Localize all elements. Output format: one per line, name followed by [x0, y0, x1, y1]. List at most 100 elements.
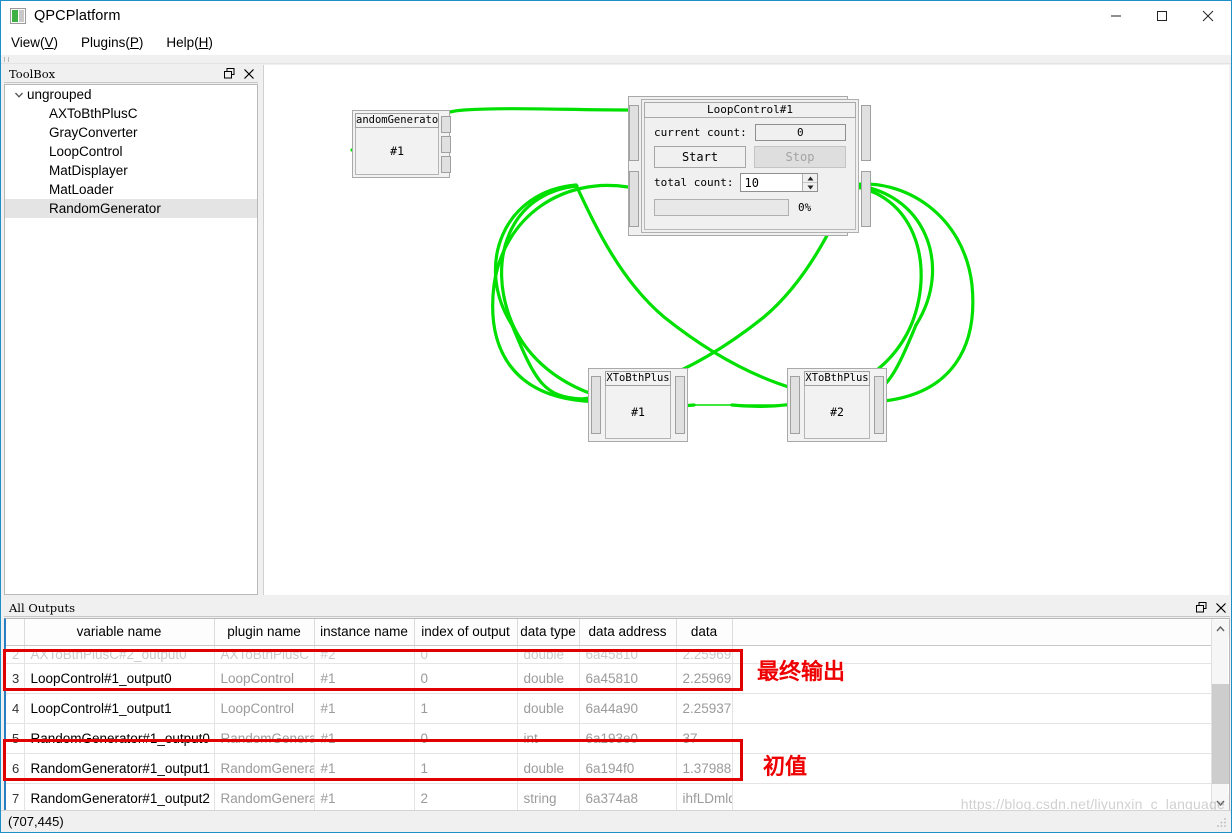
menu-item-help-label: Help [166, 35, 195, 50]
outputs-table: variable name plugin name instance name … [6, 619, 1213, 810]
cell-data-address: 6a44a90 [579, 693, 677, 724]
toolbox-item-grayconverter[interactable]: GrayConverter [5, 123, 257, 142]
stepper-up-icon[interactable] [803, 174, 818, 183]
node-loop-control[interactable]: LoopControl#1 current count: 0 Start Sto… [628, 96, 871, 236]
col-data[interactable]: data [676, 619, 733, 646]
table-row[interactable]: 6 RandomGenerator#1_output1 RandomGenera… [6, 753, 1213, 784]
tree-group-ungrouped[interactable]: ungrouped [5, 85, 257, 104]
output-port-0[interactable] [874, 376, 884, 434]
close-icon[interactable] [241, 66, 256, 81]
cell-plugin-name: AXToBthPlusC [214, 645, 315, 664]
toolbox-item-randomgenerator[interactable]: RandomGenerator [5, 199, 257, 218]
toolbox-item-loopcontrol[interactable]: LoopControl [5, 142, 257, 161]
menu-item-help[interactable]: Help(H) [164, 33, 222, 52]
diagram-canvas[interactable]: andomGenerato #1 LoopControl#1 current c… [263, 65, 1229, 595]
col-index[interactable] [6, 619, 25, 646]
cell-data-address: 6a193e0 [579, 723, 677, 754]
toolbox-item-matdisplayer[interactable]: MatDisplayer [5, 161, 257, 180]
col-data-address[interactable]: data address [579, 619, 677, 646]
table-row[interactable]: 4 LoopControl#1_output1 LoopControl #1 1… [6, 693, 1213, 724]
col-instance-name[interactable]: instance name [314, 619, 415, 646]
minimize-button[interactable] [1093, 1, 1139, 30]
table-row[interactable]: 3 LoopControl#1_output0 LoopControl #1 0… [6, 663, 1213, 694]
col-index-of-output[interactable]: index of output [414, 619, 518, 646]
node-axtobthplusc-1[interactable]: XToBthPlus #1 [588, 368, 688, 442]
header-row: variable name plugin name instance name … [6, 619, 1213, 646]
input-port-1[interactable] [629, 171, 639, 227]
toolbox-item-label: MatLoader [49, 182, 114, 197]
node-instance-label: #1 [355, 128, 440, 175]
loop-control-output-ports [861, 97, 871, 235]
node-caption: andomGenerato [355, 113, 440, 128]
menu-item-plugins[interactable]: Plugins(P) [79, 33, 152, 52]
progress-label: 0% [798, 201, 812, 214]
output-ports [441, 111, 452, 177]
output-port-0[interactable] [675, 376, 685, 434]
cell-index-of-output: 2 [414, 783, 518, 810]
window-title: QPCPlatform [34, 7, 121, 24]
table-row[interactable]: 2 AXToBthPlusC#2_output0 AXToBthPlusC #2… [6, 645, 1213, 664]
menu-item-view[interactable]: View(V) [9, 33, 67, 52]
cell-variable-name: LoopControl#1_output0 [24, 663, 215, 694]
cell-plugin-name: RandomGenerator [214, 783, 315, 810]
output-port-1[interactable] [861, 171, 871, 227]
cell-variable-name: LoopControl#1_output1 [24, 693, 215, 724]
close-icon[interactable] [1213, 600, 1228, 615]
cell-data-type: double [517, 663, 580, 694]
input-ports [589, 369, 603, 441]
toolbox-item-matloader[interactable]: MatLoader [5, 180, 257, 199]
node-caption: XToBthPlus [804, 371, 870, 386]
node-instance-label: #1 [605, 386, 671, 439]
table-body: 2 AXToBthPlusC#2_output0 AXToBthPlusC #2… [6, 645, 1213, 810]
table-row[interactable]: 5 RandomGenerator#1_output0 RandomGenera… [6, 723, 1213, 754]
outputs-table-container[interactable]: variable name plugin name instance name … [4, 618, 1230, 811]
status-bar: (707,445) [1, 810, 1231, 832]
col-variable-name[interactable]: variable name [24, 619, 215, 646]
stepper-down-icon[interactable] [803, 183, 817, 191]
input-port-0[interactable] [629, 105, 639, 161]
close-button[interactable] [1185, 1, 1231, 30]
scrollbar-thumb[interactable] [1212, 684, 1229, 784]
node-axtobthplusc-2[interactable]: XToBthPlus #2 [787, 368, 887, 442]
stop-button[interactable]: Stop [754, 146, 846, 168]
cell-index: 6 [6, 753, 25, 784]
float-icon[interactable] [222, 66, 237, 81]
chevron-down-icon[interactable] [11, 87, 27, 103]
cell-index-of-output: 1 [414, 693, 518, 724]
output-port-2[interactable] [441, 155, 452, 173]
cell-index-of-output: 0 [414, 663, 518, 694]
cell-variable-name: RandomGenerator#1_output0 [24, 723, 215, 754]
toolbox-item-label: AXToBthPlusC [49, 106, 138, 121]
outputs-title-label: All Outputs [9, 600, 76, 615]
status-coordinates: (707,445) [8, 814, 64, 829]
toolbox-panel: ToolBox ungrouped AXToBthPlusC GrayConve… [4, 65, 258, 595]
float-icon[interactable] [1194, 600, 1209, 615]
output-port-0[interactable] [441, 115, 452, 133]
table-header: variable name plugin name instance name … [6, 619, 1213, 646]
toolbox-tree[interactable]: ungrouped AXToBthPlusC GrayConverter Loo… [4, 84, 258, 595]
toolbox-item-axtobthplusc[interactable]: AXToBthPlusC [5, 104, 257, 123]
maximize-button[interactable] [1139, 1, 1185, 30]
cell-data: 2.25937 [676, 693, 733, 724]
cell-index-of-output: 0 [414, 723, 518, 754]
cell-data-type: double [517, 645, 580, 664]
resize-grip-icon[interactable] [1216, 817, 1228, 829]
col-plugin-name[interactable]: plugin name [214, 619, 315, 646]
cell-data-address: 6a374a8 [579, 783, 677, 810]
toolbox-item-label: GrayConverter [49, 125, 138, 140]
start-button[interactable]: Start [654, 146, 746, 168]
input-ports [788, 369, 802, 441]
current-count-field[interactable]: 0 [754, 124, 846, 141]
output-port-1[interactable] [441, 135, 452, 153]
output-port-0[interactable] [861, 105, 871, 161]
cell-plugin-name: LoopControl [214, 663, 315, 694]
scroll-up-icon[interactable] [1212, 620, 1229, 637]
input-port-0[interactable] [790, 376, 800, 434]
col-data-type[interactable]: data type [517, 619, 580, 646]
all-outputs-panel: All Outputs variable name plugin name in… [3, 599, 1230, 811]
cell-data-address: 6a45810 [579, 663, 677, 694]
total-count-stepper[interactable]: 10 [740, 173, 819, 192]
node-random-generator[interactable]: andomGenerato #1 [352, 110, 452, 178]
outputs-vertical-scrollbar[interactable] [1211, 620, 1229, 810]
input-port-0[interactable] [591, 376, 601, 434]
